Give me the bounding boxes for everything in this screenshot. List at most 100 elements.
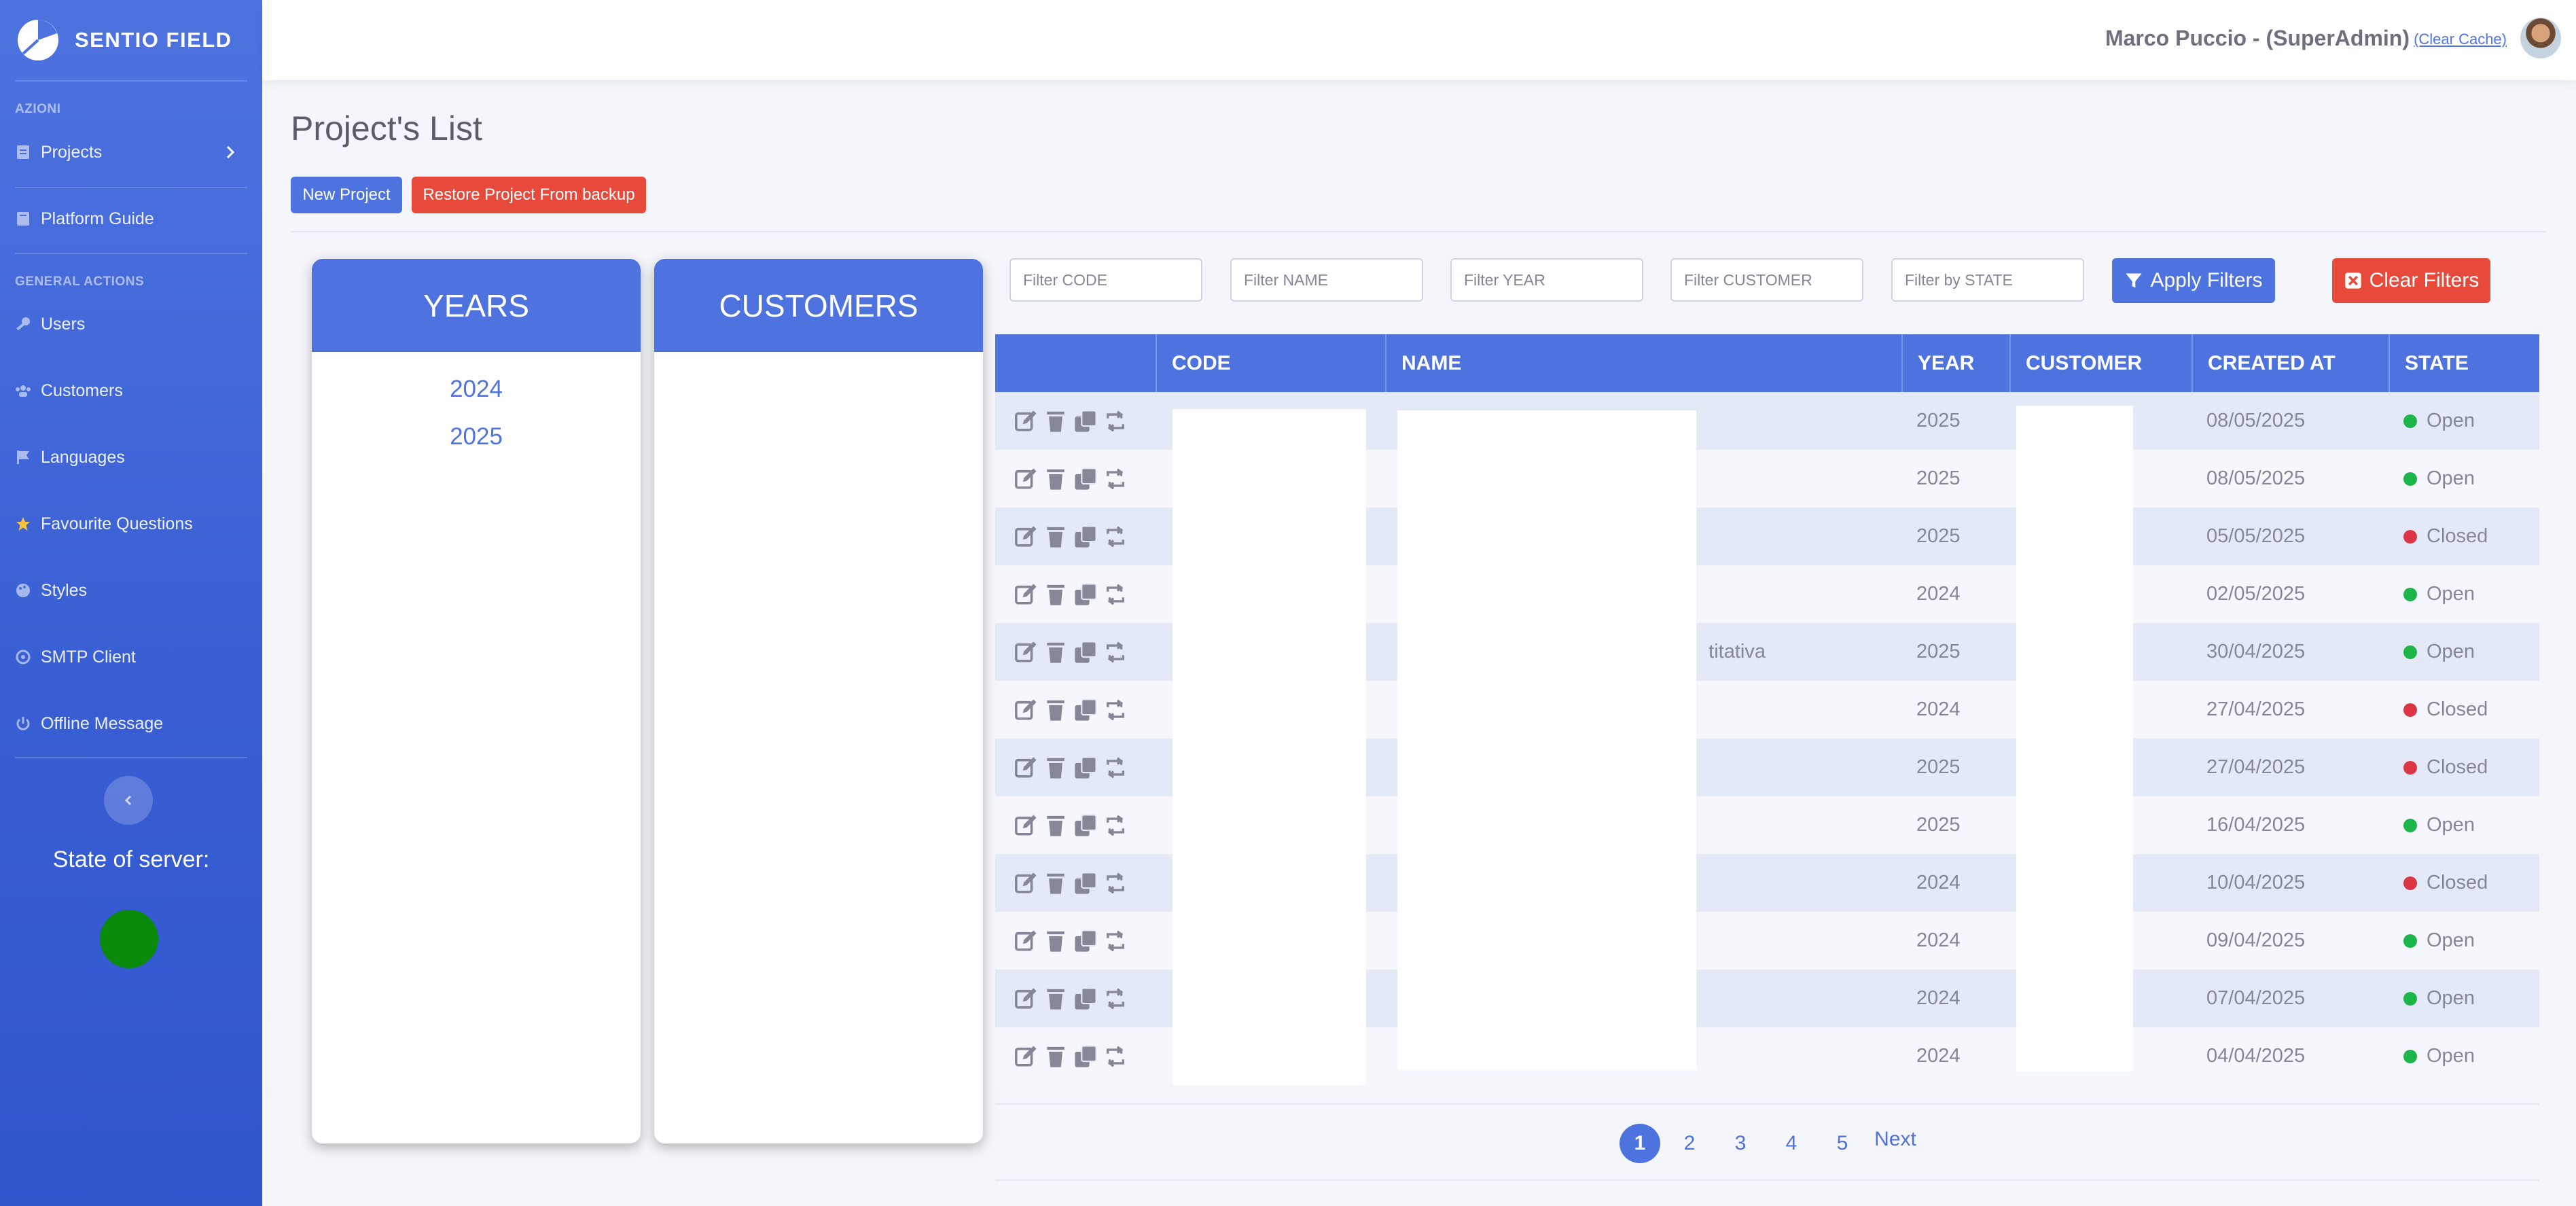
retweet-icon[interactable] bbox=[1104, 467, 1127, 491]
sidebar-item-projects[interactable]: Projects bbox=[0, 132, 262, 173]
page-link-5[interactable]: 5 bbox=[1832, 1124, 1853, 1163]
filter-name-input[interactable] bbox=[1230, 258, 1423, 302]
year-link-2024[interactable]: 2024 bbox=[312, 366, 641, 413]
copy-icon[interactable] bbox=[1074, 698, 1097, 722]
trash-icon[interactable] bbox=[1044, 987, 1067, 1010]
apply-filters-label: Apply Filters bbox=[2150, 269, 2263, 291]
copy-icon[interactable] bbox=[1074, 525, 1097, 548]
page-link-2[interactable]: 2 bbox=[1679, 1124, 1700, 1163]
copy-icon[interactable] bbox=[1074, 582, 1097, 606]
sidebar-item-customers[interactable]: Customers bbox=[0, 370, 262, 411]
edit-icon[interactable] bbox=[1014, 929, 1037, 953]
trash-icon[interactable] bbox=[1044, 410, 1067, 433]
retweet-icon[interactable] bbox=[1104, 929, 1127, 953]
retweet-icon[interactable] bbox=[1104, 814, 1127, 837]
apply-filters-button[interactable]: Apply Filters bbox=[2112, 258, 2275, 303]
avatar[interactable] bbox=[2520, 18, 2561, 58]
clear-filters-button[interactable]: Clear Filters bbox=[2332, 258, 2490, 303]
copy-icon[interactable] bbox=[1074, 640, 1097, 664]
edit-icon[interactable] bbox=[1014, 698, 1037, 722]
restore-project-button[interactable]: Restore Project From backup bbox=[412, 177, 646, 213]
sidebar-item-label: Users bbox=[41, 314, 86, 334]
status-badge: Open bbox=[2427, 1045, 2475, 1067]
retweet-icon[interactable] bbox=[1104, 641, 1127, 664]
retweet-icon[interactable] bbox=[1104, 583, 1127, 606]
trash-icon[interactable] bbox=[1044, 929, 1067, 953]
trash-icon[interactable] bbox=[1044, 525, 1067, 548]
sidebar-item-users[interactable]: Users bbox=[0, 304, 262, 344]
cell-state: Open bbox=[2389, 450, 2539, 508]
retweet-icon[interactable] bbox=[1104, 987, 1127, 1010]
sidebar-item-favourite-questions[interactable]: Favourite Questions bbox=[0, 503, 262, 544]
new-project-button[interactable]: New Project bbox=[291, 177, 402, 213]
retweet-icon[interactable] bbox=[1104, 698, 1127, 722]
years-panel: YEARS 2024 2025 bbox=[312, 259, 641, 1143]
page-link-1[interactable]: 1 bbox=[1620, 1124, 1660, 1163]
trash-icon[interactable] bbox=[1044, 641, 1067, 664]
year-link-2025[interactable]: 2025 bbox=[312, 413, 641, 461]
pie-chart-logo-icon bbox=[18, 20, 58, 60]
page-next-link[interactable]: Next bbox=[1874, 1120, 1917, 1159]
status-badge: Open bbox=[2427, 987, 2475, 1009]
retweet-icon[interactable] bbox=[1104, 525, 1127, 548]
copy-icon[interactable] bbox=[1074, 756, 1097, 779]
trash-icon[interactable] bbox=[1044, 698, 1067, 722]
edit-icon[interactable] bbox=[1014, 872, 1037, 895]
filter-icon bbox=[2126, 273, 2143, 288]
copy-icon[interactable] bbox=[1074, 987, 1097, 1010]
sidebar-item-styles[interactable]: Styles bbox=[0, 570, 262, 611]
edit-icon[interactable] bbox=[1014, 814, 1037, 837]
filter-code-input[interactable] bbox=[1009, 258, 1202, 302]
edit-icon[interactable] bbox=[1014, 641, 1037, 664]
copy-icon[interactable] bbox=[1074, 813, 1097, 837]
trash-icon[interactable] bbox=[1044, 872, 1067, 895]
edit-icon[interactable] bbox=[1014, 525, 1037, 548]
trash-icon[interactable] bbox=[1044, 814, 1067, 837]
edit-icon[interactable] bbox=[1014, 756, 1037, 779]
column-header-state[interactable]: STATE bbox=[2389, 334, 2539, 392]
page-link-4[interactable]: 4 bbox=[1781, 1124, 1802, 1163]
retweet-icon[interactable] bbox=[1104, 410, 1127, 433]
cell-state: Open bbox=[2389, 565, 2539, 623]
column-header-year[interactable]: YEAR bbox=[1901, 334, 2009, 392]
column-header-name[interactable]: NAME bbox=[1385, 334, 1901, 392]
edit-icon[interactable] bbox=[1014, 410, 1037, 433]
trash-icon[interactable] bbox=[1044, 1045, 1067, 1068]
row-actions bbox=[995, 912, 1156, 970]
sidebar-item-platform-guide[interactable]: Platform Guide bbox=[0, 198, 262, 239]
brand[interactable]: SENTIO FIELD bbox=[0, 0, 262, 80]
trash-icon[interactable] bbox=[1044, 756, 1067, 779]
copy-icon[interactable] bbox=[1074, 409, 1097, 433]
copy-icon[interactable] bbox=[1074, 1044, 1097, 1068]
filter-state-input[interactable] bbox=[1891, 258, 2084, 302]
user-name: Marco Puccio - (SuperAdmin) bbox=[2105, 26, 2410, 50]
column-header-customer[interactable]: CUSTOMER bbox=[2009, 334, 2192, 392]
sidebar-item-offline-message[interactable]: Offline Message bbox=[0, 703, 262, 744]
redaction-block bbox=[2016, 406, 2133, 1071]
copy-icon[interactable] bbox=[1074, 929, 1097, 953]
row-actions bbox=[995, 854, 1156, 912]
clear-cache-link[interactable]: (Clear Cache) bbox=[2414, 31, 2507, 48]
sidebar-item-smtp-client[interactable]: SMTP Client bbox=[0, 637, 262, 677]
page-link-3[interactable]: 3 bbox=[1730, 1124, 1751, 1163]
edit-icon[interactable] bbox=[1014, 987, 1037, 1010]
column-header-code[interactable]: CODE bbox=[1156, 334, 1385, 392]
trash-icon[interactable] bbox=[1044, 467, 1067, 491]
retweet-icon[interactable] bbox=[1104, 1045, 1127, 1068]
sidebar-item-languages[interactable]: Languages bbox=[0, 437, 262, 478]
retweet-icon[interactable] bbox=[1104, 756, 1127, 779]
edit-icon[interactable] bbox=[1014, 1045, 1037, 1068]
copy-icon[interactable] bbox=[1074, 871, 1097, 895]
column-header-created-at[interactable]: CREATED AT bbox=[2192, 334, 2389, 392]
trash-icon[interactable] bbox=[1044, 583, 1067, 606]
row-actions bbox=[995, 1027, 1156, 1085]
edit-icon[interactable] bbox=[1014, 583, 1037, 606]
copy-icon[interactable] bbox=[1074, 467, 1097, 491]
customers-panel: CUSTOMERS bbox=[654, 259, 983, 1143]
cell-state: Open bbox=[2389, 912, 2539, 970]
edit-icon[interactable] bbox=[1014, 467, 1037, 491]
retweet-icon[interactable] bbox=[1104, 872, 1127, 895]
filter-customer-input[interactable] bbox=[1670, 258, 1863, 302]
filter-year-input[interactable] bbox=[1450, 258, 1643, 302]
sidebar-toggle-button[interactable] bbox=[104, 776, 153, 825]
